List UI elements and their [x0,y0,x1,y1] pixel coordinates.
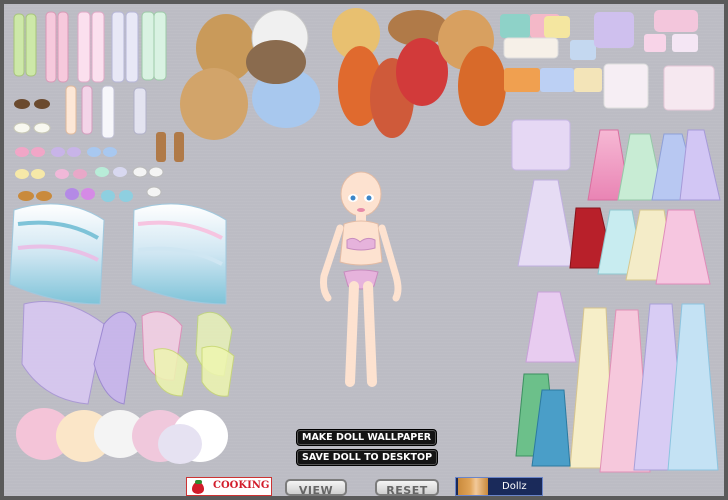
doll-base [320,171,402,387]
wardrobe-scene [9,8,721,473]
save-doll-to-desktop-button[interactable]: SAVE DOLL TO DESKTOP [296,449,439,466]
stockings-group[interactable] [13,11,167,139]
dollz-ad-banner[interactable]: Dollz [455,477,543,496]
dollz-ad-label: Dollz [502,481,527,492]
dresses-group[interactable] [515,129,721,473]
cooking-ad-banner[interactable]: COOKING [186,477,272,496]
make-doll-wallpaper-button[interactable]: MAKE DOLL WALLPAPER [296,429,438,446]
view-button[interactable]: VIEW [285,479,347,496]
feather-skirts-group[interactable] [16,408,228,464]
wings-group[interactable] [9,203,235,405]
shoes-group[interactable] [13,99,184,202]
cooking-ad-label: COOKING [213,480,270,491]
hairstyles-group[interactable] [180,8,506,140]
dressup-stage: MAKE DOLL WALLPAPER SAVE DOLL TO DESKTOP… [4,4,724,496]
reset-button[interactable]: RESET [375,479,439,496]
doll-face-thumbnail [458,478,488,495]
leaf-icon [195,480,202,484]
